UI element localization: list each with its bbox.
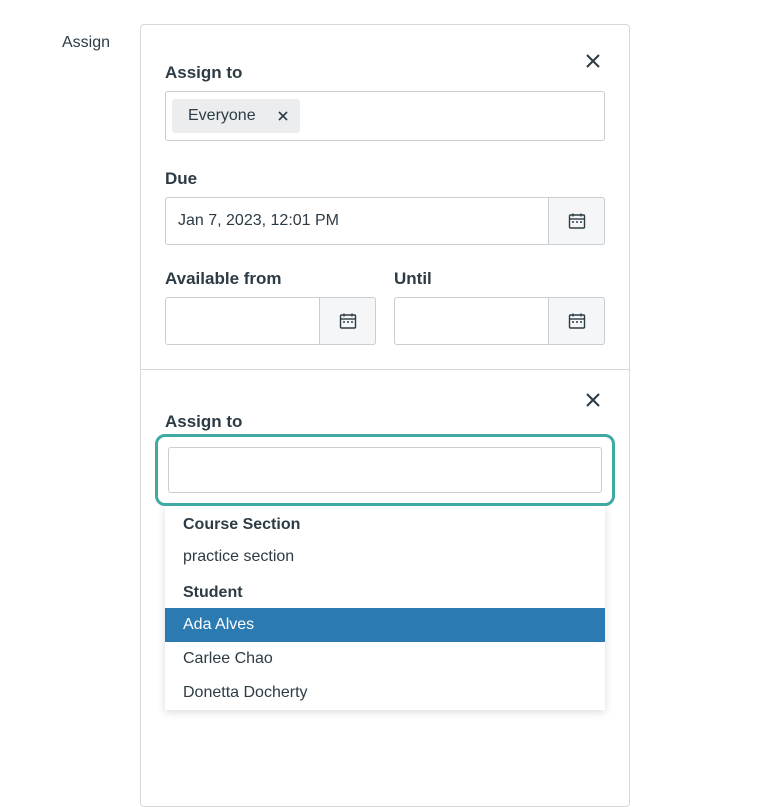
until-label: Until: [394, 269, 605, 289]
due-date-calendar-button[interactable]: [549, 197, 605, 245]
dropdown-option[interactable]: practice section: [165, 540, 605, 574]
dropdown-option[interactable]: Carlee Chao: [165, 642, 605, 676]
close-icon: [586, 393, 600, 407]
dropdown-group-header: Course Section: [165, 506, 605, 540]
until-calendar-button[interactable]: [549, 297, 605, 345]
calendar-icon: [568, 312, 586, 330]
available-from-calendar-button[interactable]: [320, 297, 376, 345]
assign-to-label: Assign to: [165, 63, 605, 83]
assignee-pill-everyone: Everyone: [172, 99, 300, 133]
close-icon: [278, 111, 288, 121]
assign-to-input[interactable]: Everyone: [165, 91, 605, 141]
due-label: Due: [165, 169, 605, 189]
assign-card-2: Assign to Course Sectionpractice section…: [141, 369, 629, 806]
assign-section-label: Assign: [62, 34, 110, 52]
due-date-input[interactable]: Jan 7, 2023, 12:01 PM: [165, 197, 549, 245]
dropdown-option[interactable]: Ada Alves: [165, 608, 605, 642]
dropdown-option[interactable]: Donetta Docherty: [165, 676, 605, 710]
available-from-label: Available from: [165, 269, 376, 289]
available-from-input[interactable]: [165, 297, 320, 345]
remove-assignee-button[interactable]: [276, 109, 290, 123]
assign-card-container: Assign to Everyone Due Jan 7, 2023, 12:0…: [140, 24, 630, 807]
assign-card-1: Assign to Everyone Due Jan 7, 2023, 12:0…: [141, 25, 629, 369]
due-date-value: Jan 7, 2023, 12:01 PM: [178, 212, 339, 230]
assign-to-label-2: Assign to: [165, 412, 605, 432]
close-icon: [586, 54, 600, 68]
dropdown-group-header: Student: [165, 574, 605, 608]
calendar-icon: [568, 212, 586, 230]
assign-to-search-input[interactable]: [168, 447, 602, 493]
assign-to-dropdown: Course Sectionpractice sectionStudentAda…: [165, 506, 605, 710]
card2-close-button[interactable]: [581, 388, 605, 412]
card1-close-button[interactable]: [581, 49, 605, 73]
calendar-icon: [339, 312, 357, 330]
assign-to-input-highlighted: [155, 434, 615, 506]
until-input[interactable]: [394, 297, 549, 345]
assignee-pill-label: Everyone: [188, 107, 256, 125]
